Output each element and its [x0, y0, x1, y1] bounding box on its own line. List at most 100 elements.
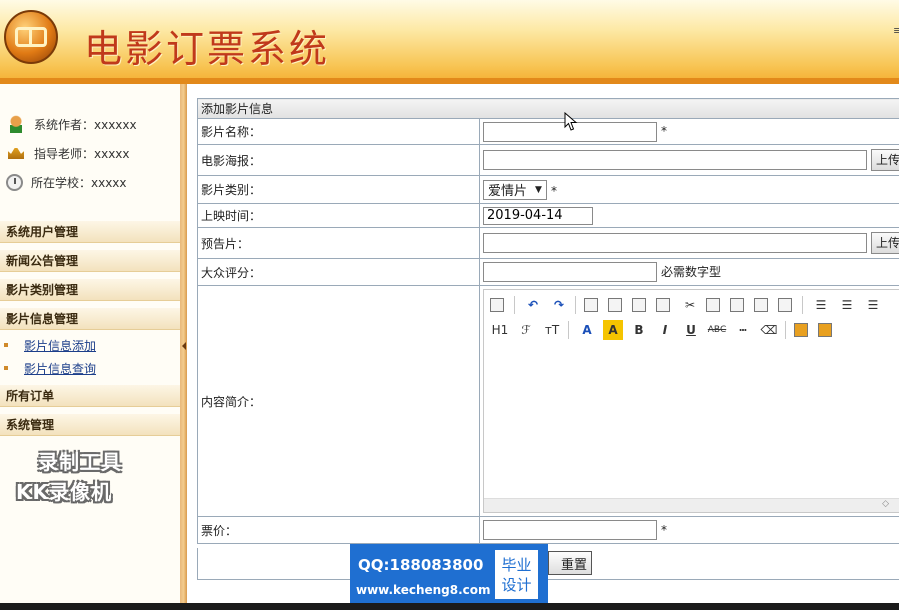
toolbar-separator: [568, 321, 569, 339]
source-icon[interactable]: [490, 298, 504, 312]
overlay-badge-line1: 毕业: [501, 555, 532, 574]
font-family-button[interactable]: ℱ: [516, 320, 536, 340]
sidebar-splitter[interactable]: [180, 84, 187, 610]
clock-icon: [6, 173, 23, 191]
row-intro: 内容简介： ↶ ↷ ✂ ☰ ☰ ☰ H1 ℱ тT A A B I U ABC …: [197, 285, 899, 517]
template-icon[interactable]: [632, 298, 646, 312]
form-caption: 添加影片信息: [197, 98, 899, 119]
header-edge-text: ≡: [893, 24, 899, 37]
insert-image-icon[interactable]: [794, 323, 808, 337]
label-rating: 大众评分：: [197, 258, 480, 286]
author-info: 系统作者：xxxxxx: [6, 114, 137, 134]
editor-statusbar: ◇: [484, 498, 899, 512]
trailer-input[interactable]: [483, 233, 867, 253]
menu-system-manage[interactable]: 系统管理: [0, 414, 180, 436]
cut-icon[interactable]: ✂: [680, 295, 700, 315]
label-trailer: 预告片：: [197, 227, 480, 259]
align-center-icon[interactable]: ☰: [837, 295, 857, 315]
menu-movie-category[interactable]: 影片类别管理: [0, 279, 180, 301]
submenu-movie-query-label[interactable]: 影片信息查询: [24, 360, 96, 377]
app-header: 电影订票系统 ≡: [0, 0, 899, 84]
editor-content-area[interactable]: [484, 346, 899, 498]
submenu-movie-add-label[interactable]: 影片信息添加: [24, 337, 96, 354]
add-movie-form: 添加影片信息 影片名称： * 电影海报： 上传 影片类别： 爱情片 ▼ * 上映时间…: [197, 98, 899, 544]
teacher-info: 指导老师：xxxxx: [6, 143, 130, 163]
category-selected: 爱情片: [488, 184, 528, 199]
collapse-arrow-icon[interactable]: [182, 342, 186, 350]
watermark-line1: 录制工具: [38, 450, 122, 474]
menu-all-orders[interactable]: 所有订单: [0, 385, 180, 407]
mouse-cursor-icon: [564, 112, 578, 131]
crown-icon: [6, 145, 26, 162]
align-right-icon[interactable]: ☰: [863, 295, 883, 315]
resize-handle-icon[interactable]: ◇: [882, 499, 889, 509]
overlay-badge-line2: 设计: [501, 575, 532, 594]
watermark-line2: KK录像机: [16, 480, 112, 504]
label-category: 影片类别：: [197, 175, 480, 204]
release-date-input[interactable]: [483, 206, 593, 225]
submenu-movie-add[interactable]: 影片信息添加: [4, 335, 96, 355]
main-content: 添加影片信息 影片名称： * 电影海报： 上传 影片类别： 爱情片 ▼ * 上映时间…: [187, 84, 899, 610]
label-poster: 电影海报：: [197, 144, 480, 176]
toolbar-separator: [575, 296, 576, 314]
paste-code-icon[interactable]: [656, 298, 670, 312]
sidebar: 系统作者：xxxxxx 指导老师：xxxxx 所在学校：xxxxx 系统用户管理…: [0, 84, 180, 610]
school-text: 所在学校：xxxxx: [31, 175, 127, 190]
undo-icon[interactable]: ↶: [523, 295, 543, 315]
row-release: 上映时间：: [197, 203, 899, 228]
teacher-text: 指导老师：xxxxx: [34, 146, 130, 161]
required-mark: *: [661, 522, 667, 537]
toolbar-separator: [785, 321, 786, 339]
hr-icon[interactable]: ┅: [733, 320, 753, 340]
toolbar-separator: [514, 296, 515, 314]
form-button-row: 重置: [197, 548, 899, 580]
redo-icon[interactable]: ↷: [549, 295, 569, 315]
fore-color-button[interactable]: A: [577, 320, 597, 340]
font-size-button[interactable]: тT: [542, 320, 562, 340]
menu-movie-info[interactable]: 影片信息管理: [0, 308, 180, 330]
row-rating: 大众评分： 必需数字型: [197, 258, 899, 286]
overlay-qq: QQ:188083800: [358, 556, 484, 574]
bullet-icon: [4, 366, 8, 370]
required-mark: *: [550, 184, 557, 198]
author-text: 系统作者：xxxxxx: [34, 117, 137, 132]
label-release: 上映时间：: [197, 203, 480, 228]
rich-text-editor: ↶ ↷ ✂ ☰ ☰ ☰ H1 ℱ тT A A B I U ABC ┅ ⌫ ◇: [483, 289, 899, 513]
overlay-site: www.kecheng8.com: [356, 583, 491, 597]
eraser-icon[interactable]: ⌫: [759, 320, 779, 340]
toolbar-separator: [802, 296, 803, 314]
menu-system-user[interactable]: 系统用户管理: [0, 221, 180, 243]
underline-button[interactable]: U: [681, 320, 701, 340]
school-info: 所在学校：xxxxx: [6, 172, 127, 192]
paste-word-icon[interactable]: [778, 298, 792, 312]
heading-button[interactable]: H1: [490, 320, 510, 340]
row-poster: 电影海报： 上传: [197, 144, 899, 176]
align-left-icon[interactable]: ☰: [811, 295, 831, 315]
row-category: 影片类别： 爱情片 ▼ *: [197, 175, 899, 204]
submenu-movie-query[interactable]: 影片信息查询: [4, 358, 96, 378]
menu-news[interactable]: 新闻公告管理: [0, 250, 180, 272]
paste-icon[interactable]: [730, 298, 744, 312]
paste-text-icon[interactable]: [754, 298, 768, 312]
editor-toolbar-row1: ↶ ↷ ✂ ☰ ☰ ☰: [490, 294, 889, 316]
reset-button[interactable]: 重置: [548, 551, 592, 575]
print-icon[interactable]: [608, 298, 622, 312]
row-trailer: 预告片： 上传: [197, 227, 899, 259]
preview-icon[interactable]: [584, 298, 598, 312]
category-select[interactable]: 爱情片 ▼: [483, 179, 547, 200]
insert-flash-icon[interactable]: [818, 323, 832, 337]
app-logo-icon: [4, 10, 58, 64]
strike-button[interactable]: ABC: [707, 320, 727, 340]
bold-button[interactable]: B: [629, 320, 649, 340]
rating-input[interactable]: [483, 262, 657, 282]
label-name: 影片名称：: [197, 118, 480, 145]
overlay-badge: 毕业 设计: [495, 550, 538, 599]
app-title: 电影订票系统: [84, 27, 331, 71]
poster-input[interactable]: [483, 150, 867, 170]
trailer-upload-button[interactable]: 上传: [871, 232, 899, 254]
highlight-button[interactable]: A: [603, 320, 623, 340]
price-input[interactable]: [483, 520, 657, 540]
copy-icon[interactable]: [706, 298, 720, 312]
italic-button[interactable]: I: [655, 320, 675, 340]
poster-upload-button[interactable]: 上传: [871, 149, 899, 171]
